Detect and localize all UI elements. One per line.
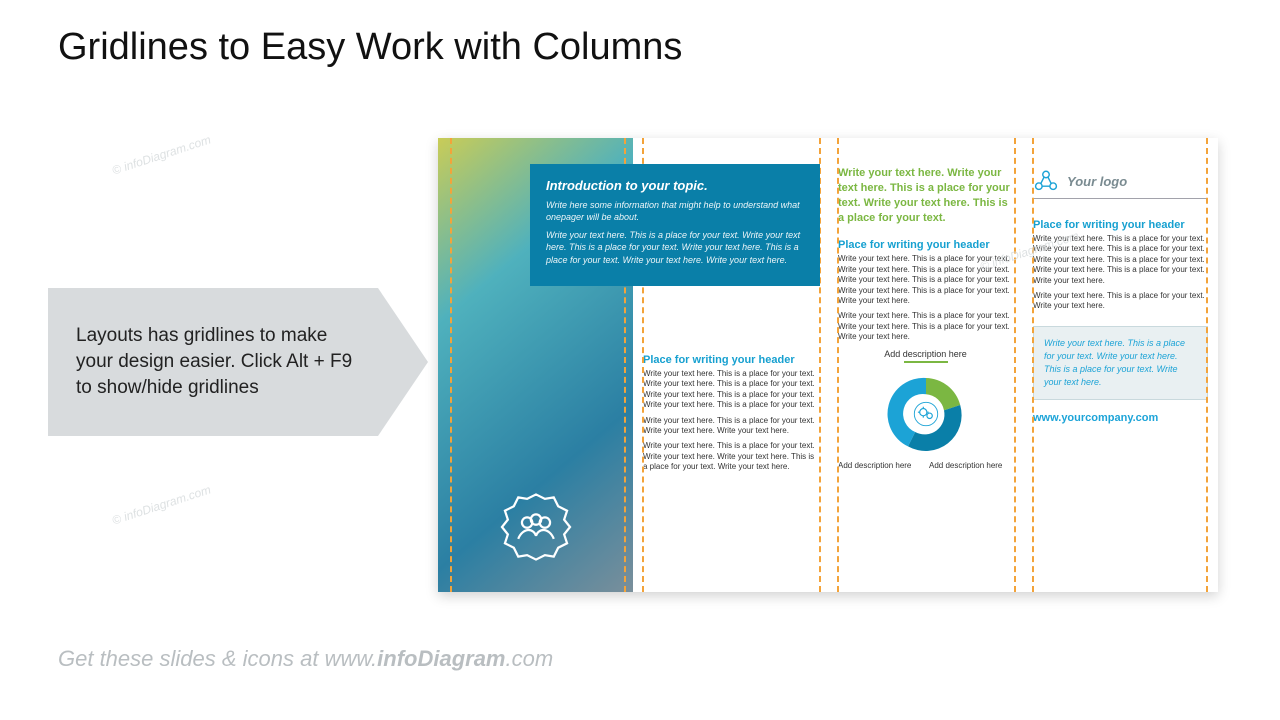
col4-p1: Write your text here. This is a place fo… [1033,234,1208,286]
cycle-diagram-icon [881,369,971,459]
col2-p1: Write your text here. This is a place fo… [643,369,818,411]
logo-mark-icon [1033,168,1059,194]
logo-underline [1033,198,1208,199]
col3-p1: Write your text here. This is a place fo… [838,254,1013,306]
watermark: © infoDiagram.com [110,482,212,527]
footer-brand: www.infoDiagram.com [325,646,554,671]
intro-p2: Write your text here. This is a place fo… [546,229,804,265]
watermark: © infoDiagram.com [110,132,212,177]
preview-col-4: Your logo Place for writing your header … [1023,138,1218,592]
col3-p2: Write your text here. This is a place fo… [838,311,1013,342]
logo-row: Your logo [1033,168,1208,194]
logo-text: Your logo [1067,174,1127,189]
col3-desc-right: Add description here [929,461,1013,470]
col4-header: Place for writing your header [1033,219,1208,231]
col3-desc-top: Add description here [838,349,1013,359]
page-title: Gridlines to Easy Work with Columns [58,26,682,69]
slide-preview: Introduction to your topic. Write here s… [438,138,1218,592]
info-callout: Layouts has gridlines to make your desig… [48,288,378,436]
col2-header: Place for writing your header [643,354,818,366]
col3-desc-left: Add description here [838,461,922,470]
preview-col-3: Write your text here. Write your text he… [828,138,1023,592]
divider [904,361,948,363]
col3-desc-row: Add description here Add description her… [838,461,1013,470]
footer-pre: Get these slides & icons at [58,646,325,671]
company-url: www.yourcompany.com [1033,412,1208,424]
intro-p1: Write here some information that might h… [546,199,804,223]
footer: Get these slides & icons at www.infoDiag… [58,646,553,672]
col2-p2: Write your text here. This is a place fo… [643,416,818,437]
col4-highlight-box: Write your text here. This is a place fo… [1033,326,1208,400]
info-callout-text: Layouts has gridlines to make your desig… [76,323,356,402]
col3-green-text: Write your text here. Write your text he… [838,166,1013,225]
people-badge-icon [499,490,573,564]
col3-header: Place for writing your header [838,239,1013,251]
intro-heading: Introduction to your topic. [546,178,804,193]
col4-p2: Write your text here. This is a place fo… [1033,291,1208,312]
intro-box: Introduction to your topic. Write here s… [530,164,820,286]
col2-p3: Write your text here. This is a place fo… [643,441,818,472]
